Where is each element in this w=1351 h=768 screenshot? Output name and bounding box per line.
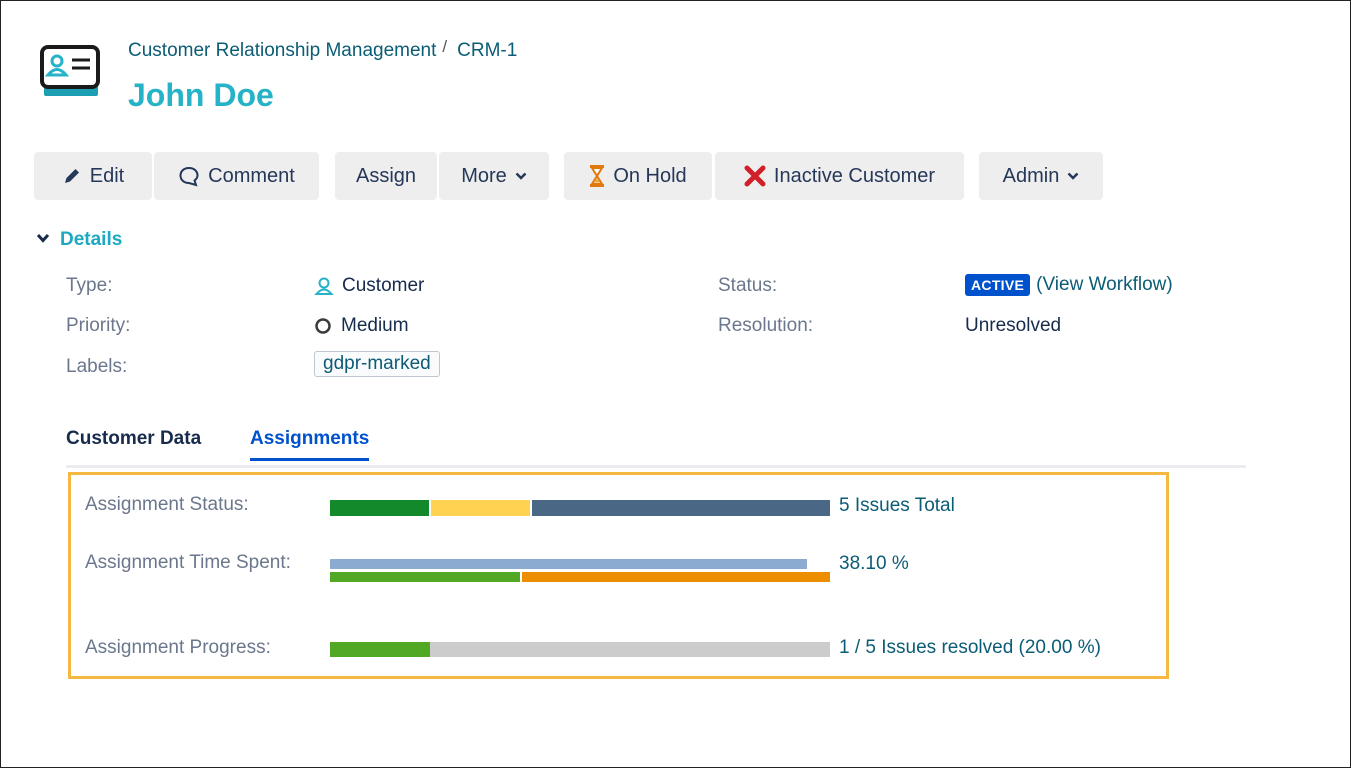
progress-done-segment <box>330 642 430 657</box>
project-avatar-icon[interactable] <box>40 44 102 100</box>
assignment-time-label: Assignment Time Spent: <box>85 552 291 573</box>
assign-button-label: Assign <box>355 164 417 187</box>
breadcrumb: Customer Relationship Management / CRM-1 <box>128 37 517 62</box>
edit-button[interactable]: Edit <box>34 152 152 200</box>
breadcrumb-project-link[interactable]: Customer Relationship Management <box>128 40 436 62</box>
resolution-label: Resolution: <box>718 315 814 336</box>
more-button-label: More <box>461 164 507 187</box>
inactive-customer-button[interactable]: Inactive Customer <box>715 152 964 200</box>
assignments-panel: Assignment Status: 5 Issues Total Assign… <box>68 472 1169 679</box>
comment-icon <box>178 165 200 187</box>
hourglass-icon <box>589 164 605 188</box>
pencil-icon <box>62 166 82 186</box>
comment-button-label: Comment <box>208 164 295 187</box>
time-estimate-bar <box>330 559 807 569</box>
details-section-toggle[interactable]: Details <box>36 229 122 251</box>
assignment-time-percent: 38.10 % <box>839 553 909 574</box>
page-title: John Doe <box>128 77 274 113</box>
customer-icon <box>314 276 334 296</box>
priority-label: Priority: <box>66 315 131 336</box>
tab-bar: Customer Data Assignments <box>66 428 1246 468</box>
status-segment-in-progress <box>431 500 531 516</box>
assignment-status-bar <box>330 500 830 516</box>
time-logged-bar <box>330 572 830 582</box>
progress-remaining-segment <box>430 642 830 657</box>
red-cross-icon <box>744 165 766 187</box>
type-value-text: Customer <box>342 275 425 296</box>
details-heading: Details <box>60 229 123 250</box>
tab-customer-data[interactable]: Customer Data <box>66 428 201 458</box>
breadcrumb-issue-key-link[interactable]: CRM-1 <box>457 40 517 62</box>
time-logged-segment <box>330 572 520 582</box>
comment-button[interactable]: Comment <box>154 152 319 200</box>
label-tag[interactable]: gdpr-marked <box>314 351 440 377</box>
status-label: Status: <box>718 275 778 296</box>
chevron-down-icon <box>515 171 527 181</box>
assignment-status-summary[interactable]: 5 Issues Total <box>839 495 955 517</box>
priority-value: Medium <box>314 315 409 337</box>
breadcrumb-separator: / <box>442 37 448 56</box>
on-hold-button[interactable]: On Hold <box>564 152 712 200</box>
assignment-status-label: Assignment Status: <box>85 494 249 515</box>
time-remaining-segment <box>521 572 830 582</box>
assignment-progress-label: Assignment Progress: <box>85 637 271 658</box>
chevron-down-icon <box>36 231 50 249</box>
view-workflow-link[interactable]: (View Workflow) <box>1036 274 1173 296</box>
time-estimate-segment <box>330 559 807 569</box>
on-hold-button-label: On Hold <box>613 164 687 187</box>
assignment-progress-summary[interactable]: 1 / 5 Issues resolved (20.00 %) <box>839 637 1101 659</box>
status-badge: ACTIVE <box>965 274 1031 296</box>
admin-button[interactable]: Admin <box>979 152 1103 200</box>
edit-button-label: Edit <box>89 164 125 187</box>
more-button[interactable]: More <box>439 152 549 200</box>
type-value: Customer <box>314 275 424 297</box>
status-segment-to-do <box>532 500 830 516</box>
type-label: Type: <box>66 275 113 296</box>
inactive-customer-button-label: Inactive Customer <box>773 164 936 187</box>
labels-value: gdpr-marked <box>314 351 440 377</box>
priority-medium-icon <box>314 317 332 335</box>
status-value: ACTIVE (View Workflow) <box>965 274 1173 296</box>
labels-label: Labels: <box>66 356 128 377</box>
priority-value-text: Medium <box>341 315 409 336</box>
admin-button-label: Admin <box>1002 164 1060 187</box>
chevron-down-icon <box>1067 171 1079 181</box>
resolution-value: Unresolved <box>965 315 1062 336</box>
assign-button[interactable]: Assign <box>335 152 437 200</box>
assignment-progress-bar <box>330 642 830 657</box>
tab-assignments[interactable]: Assignments <box>250 428 370 461</box>
status-segment-done <box>330 500 430 516</box>
